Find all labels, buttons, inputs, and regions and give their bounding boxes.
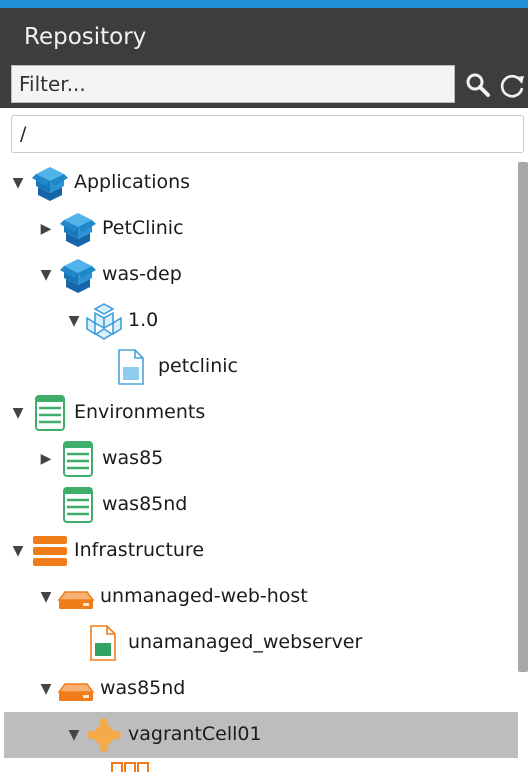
tree-item-petclinic-file[interactable]: petclinic	[4, 344, 518, 390]
expanded-arrow-icon[interactable]: ▼	[10, 404, 26, 422]
tree-item-label: unamanaged_webserver	[128, 631, 363, 653]
search-icon[interactable]	[464, 71, 492, 99]
window-accent-bar	[0, 0, 528, 8]
tree-item-version[interactable]: ▼ 1.0	[4, 298, 518, 344]
refresh-icon[interactable]	[498, 71, 526, 99]
tree-item-label: 1.0	[128, 309, 159, 331]
tree-item-label: vagrantCell01	[128, 723, 262, 745]
tree-item-infrastructure[interactable]: ▼ Infrastructure	[4, 528, 518, 574]
version-icon	[86, 303, 122, 340]
tree-item-label: Infrastructure	[74, 539, 205, 561]
tree-item-unmanaged-web-host[interactable]: ▼ unmanaged-web-host	[4, 574, 518, 620]
container-icon	[90, 625, 116, 661]
tree-item-was85nd-env[interactable]: was85nd	[4, 482, 518, 528]
application-icon	[60, 213, 96, 247]
cluster-icon	[111, 762, 149, 772]
tree-scrollbar[interactable]	[518, 162, 528, 672]
tree-item-label: Environments	[74, 401, 206, 423]
cell-icon	[87, 718, 121, 752]
expanded-arrow-icon[interactable]: ▼	[38, 680, 54, 698]
tree-item-environments[interactable]: ▼ Environments	[4, 390, 518, 436]
collapsed-arrow-icon[interactable]: ▶	[38, 450, 54, 468]
repository-header: Repository	[0, 8, 528, 108]
tree-item-was85[interactable]: ▶ was85	[4, 436, 518, 482]
host-icon	[58, 683, 94, 702]
tree-item-label: Applications	[74, 171, 191, 193]
tree-item-label: petclinic	[158, 355, 238, 377]
tree-item-was85nd-host[interactable]: ▼ was85nd	[4, 666, 518, 712]
host-icon	[58, 591, 94, 610]
tree-item-label: unmanaged-web-host	[100, 585, 308, 607]
tree-item-label: was-dep	[102, 263, 182, 285]
repository-tree: ▼ Applications ▶ PetClinic ▼ was-dep ▼ 1…	[0, 160, 518, 772]
environment-icon	[62, 486, 94, 524]
tree-item-petclinic[interactable]: ▶ PetClinic	[4, 206, 518, 252]
expanded-arrow-icon[interactable]: ▼	[10, 542, 26, 560]
expanded-arrow-icon[interactable]: ▼	[38, 588, 54, 606]
expanded-arrow-icon[interactable]: ▼	[66, 312, 82, 330]
expanded-arrow-icon[interactable]: ▼	[10, 174, 26, 192]
panel-title: Repository	[24, 24, 147, 50]
tree-item-vagrantcell01[interactable]: ▼ vagrantCell01	[4, 712, 518, 758]
tree-item-applications[interactable]: ▼ Applications	[4, 160, 518, 206]
application-icon	[32, 167, 68, 201]
tree-item-label: was85nd	[100, 677, 186, 699]
expanded-arrow-icon[interactable]: ▼	[38, 266, 54, 284]
filter-input[interactable]	[11, 65, 455, 103]
tree-item-was-dep[interactable]: ▼ was-dep	[4, 252, 518, 298]
application-icon	[60, 259, 96, 293]
expanded-arrow-icon[interactable]: ▼	[66, 726, 82, 744]
tree-item-label: was85nd	[102, 493, 188, 515]
tree-item-label: was85	[102, 447, 164, 469]
collapsed-arrow-icon[interactable]: ▶	[38, 220, 54, 238]
tree-item-label: PetClinic	[102, 217, 184, 239]
environment-icon	[34, 394, 66, 432]
infrastructure-icon	[33, 536, 67, 566]
tree-item-partial[interactable]	[4, 758, 518, 772]
path-breadcrumb[interactable]: /	[11, 115, 524, 153]
tree-item-unamanaged-webserver[interactable]: unamanaged_webserver	[4, 620, 518, 666]
environment-icon	[62, 440, 94, 478]
file-icon	[118, 349, 144, 385]
